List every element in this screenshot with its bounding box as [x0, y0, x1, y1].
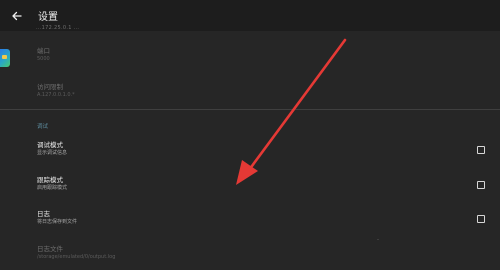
- section-divider: [0, 109, 500, 110]
- annotation-arrow: [236, 38, 347, 185]
- trace-mode-title: 跟踪模式: [37, 176, 63, 184]
- access-limit-value: A.127.0.0.1.0.*: [37, 92, 75, 98]
- debug-mode-subtitle: 显示调试信息: [37, 150, 68, 156]
- port-value: 5000: [37, 56, 50, 62]
- debug-mode-title: 调试模式: [37, 141, 63, 149]
- trace-mode-setting[interactable]: 跟踪模式 启用跟踪模式: [37, 176, 67, 192]
- log-file-path: /storage/emulated/0/output.log: [37, 254, 116, 260]
- debug-mode-setting[interactable]: 调试模式 显示调试信息: [37, 141, 67, 157]
- log-checkbox[interactable]: [477, 215, 485, 223]
- page-title: 设置: [38, 12, 58, 23]
- port-setting: 端口 5000: [37, 47, 50, 63]
- log-subtitle: 将日志保存到文件: [37, 219, 78, 225]
- app-logo-icon: [0, 49, 10, 67]
- decorative-dot: [377, 239, 379, 240]
- log-file-label: 日志文件: [37, 245, 63, 253]
- access-limit-setting: 访问限制 A.127.0.0.1.0.*: [37, 83, 75, 99]
- arrow-head: [236, 160, 258, 185]
- debug-mode-checkbox[interactable]: [477, 146, 485, 154]
- truncated-address-text: ...172.25.0.1 ...: [36, 25, 80, 31]
- access-limit-label: 访问限制: [37, 83, 63, 91]
- trace-mode-checkbox[interactable]: [477, 181, 485, 189]
- trace-mode-subtitle: 启用跟踪模式: [37, 185, 68, 191]
- log-file-setting[interactable]: 日志文件 /storage/emulated/0/output.log: [37, 245, 115, 261]
- arrow-left-icon: [11, 6, 22, 25]
- log-title: 日志: [37, 210, 50, 218]
- log-setting[interactable]: 日志 将日志保存到文件: [37, 210, 77, 226]
- back-button[interactable]: [3, 0, 29, 31]
- debug-section-header: 调试: [37, 124, 49, 130]
- port-label: 端口: [37, 47, 50, 55]
- arrow-shaft: [247, 38, 347, 172]
